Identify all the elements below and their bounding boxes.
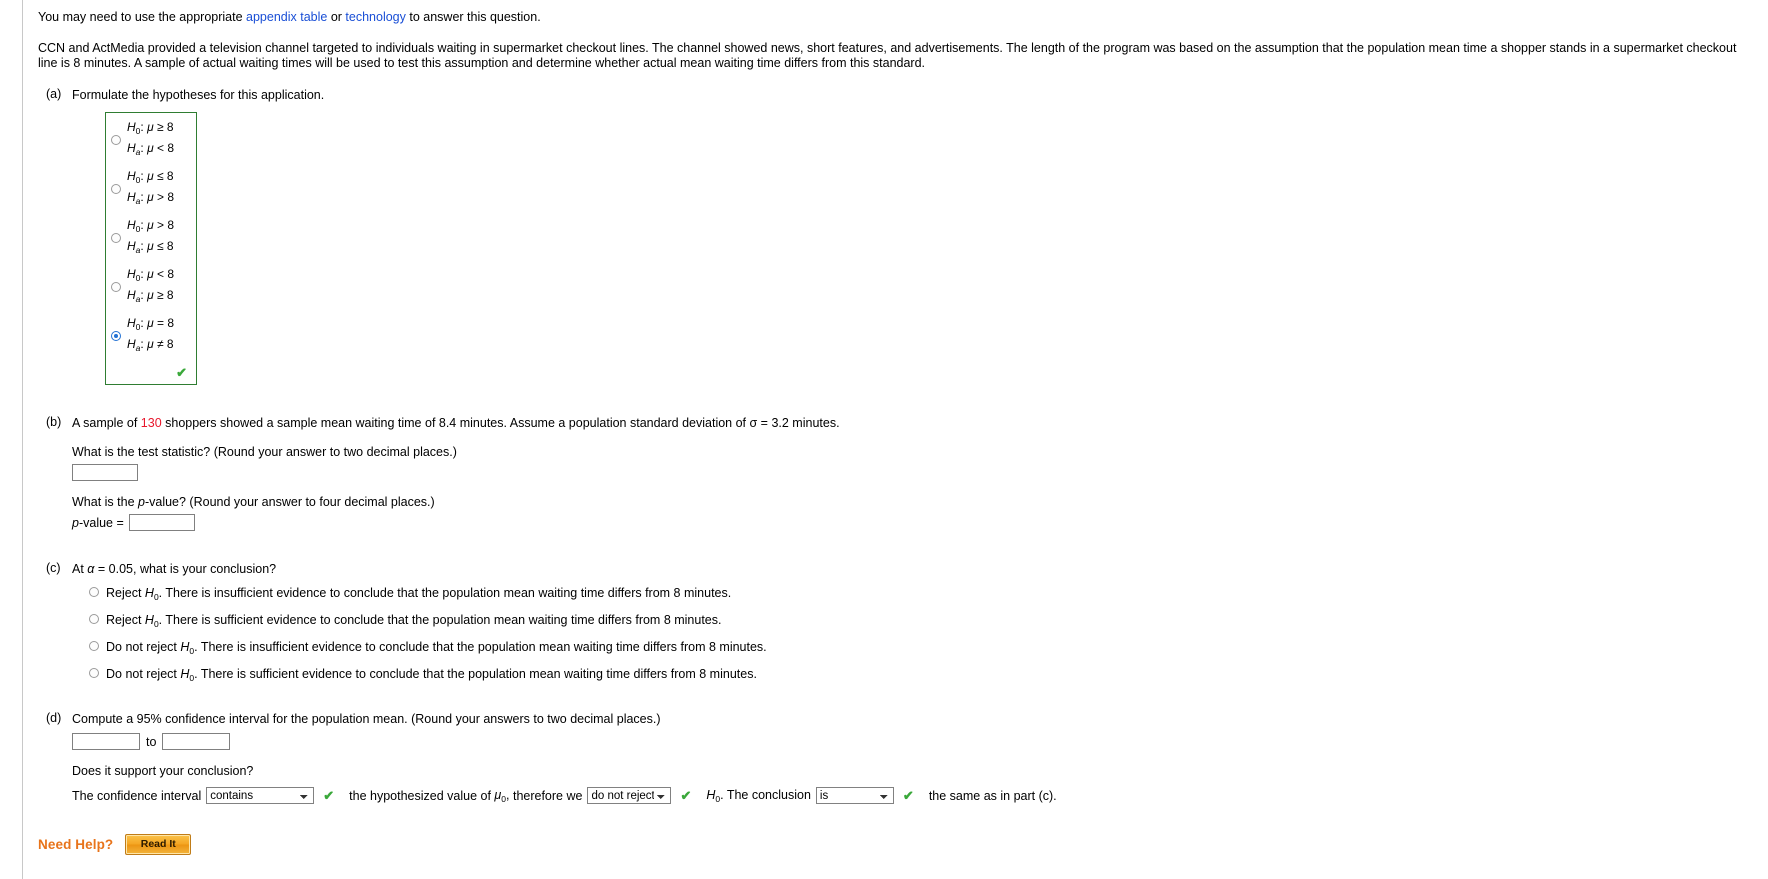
sentence-segment-1: The confidence interval — [72, 788, 202, 803]
hypothesis-option-2-label: H0: μ ≤ 8 Ha: μ > 8 — [127, 169, 175, 206]
hypothesis-options-box: H0: μ ≥ 8 Ha: μ < 8 H0: μ ≤ 8 Ha: μ > 8 … — [105, 112, 197, 385]
green-check-icon: ✔ — [176, 365, 187, 380]
need-help-section: Need Help? Read It — [38, 834, 1768, 855]
test-statistic-question: What is the test statistic? (Round your … — [72, 445, 457, 459]
green-check-icon-3: ✔ — [902, 788, 914, 803]
ci-to-label: to — [146, 734, 157, 749]
pvalue-input[interactable] — [128, 514, 195, 531]
part-a-label: (a) — [46, 87, 62, 101]
conclusion-sentence-row: The confidence interval contains ✔ the h… — [72, 787, 1768, 804]
part-c: (c) At α = 0.05, what is your conclusion… — [38, 561, 1768, 685]
test-statistic-row — [72, 464, 1768, 481]
conclusion-radio-3[interactable] — [89, 641, 99, 651]
read-it-button[interactable]: Read It — [125, 834, 192, 855]
conclusion-radio-2[interactable] — [89, 614, 99, 624]
part-b-label: (b) — [46, 415, 62, 429]
conclusion-option-2-label: Reject H0. There is sufficient evidence … — [106, 613, 722, 629]
part-d-label: (d) — [46, 711, 62, 725]
pvalue-label: p-value = — [72, 515, 124, 530]
sentence-segment-2: the hypothesized value of — [349, 788, 491, 803]
appendix-notice: You may need to use the appropriate appe… — [38, 8, 1768, 25]
part-d-prompt: Compute a 95% confidence interval for th… — [72, 712, 661, 726]
support-question: Does it support your conclusion? — [72, 764, 254, 778]
conclusion-option-2[interactable]: Reject H0. There is sufficient evidence … — [88, 613, 1768, 631]
contains-dropdown[interactable]: contains — [206, 787, 315, 804]
sentence-segment-5: the same as in part (c). — [928, 788, 1057, 803]
question-page: You may need to use the appropriate appe… — [38, 8, 1768, 855]
appendix-table-link[interactable]: appendix table — [246, 10, 327, 24]
pvalue-row: p-value = — [72, 514, 1768, 531]
conclusion-choice-list: Reject H0. There is insufficient evidenc… — [88, 586, 1768, 685]
ci-upper-input[interactable] — [162, 733, 231, 750]
part-a-correct-indicator: ✔ — [110, 364, 190, 380]
part-a-prompt: Formulate the hypotheses for this applic… — [72, 88, 325, 102]
conclusion-option-4[interactable]: Do not reject H0. There is sufficient ev… — [88, 667, 1768, 685]
appendix-notice-text-pre: You may need to use the appropriate — [38, 10, 247, 24]
hypothesis-radio-1[interactable] — [111, 135, 121, 145]
problem-statement: CCN and ActMedia provided a television c… — [38, 41, 1737, 70]
part-c-prompt: At α = 0.05, what is your conclusion? — [72, 562, 277, 576]
hypothesis-radio-5[interactable] — [111, 331, 121, 341]
sample-size-value: 130 — [140, 416, 162, 430]
conclusion-option-1-label: Reject H0. There is insufficient evidenc… — [106, 586, 732, 602]
hypothesis-radio-4[interactable] — [111, 282, 121, 292]
reject-dropdown[interactable]: do not reject — [587, 787, 672, 804]
conclusion-option-3[interactable]: Do not reject H0. There is insufficient … — [88, 640, 1768, 658]
appendix-notice-text-mid: or — [327, 10, 346, 24]
need-help-label: Need Help? — [38, 837, 114, 852]
part-c-label: (c) — [46, 561, 61, 575]
sentence-segment-4: H0. The conclusion — [706, 787, 811, 804]
part-d: (d) Compute a 95% confidence interval fo… — [38, 711, 1768, 804]
technology-link[interactable]: technology — [345, 10, 405, 24]
hypothesis-option-1[interactable]: H0: μ ≥ 8 Ha: μ < 8 — [110, 119, 190, 161]
part-b-prompt-post: shoppers showed a sample mean waiting ti… — [161, 416, 840, 430]
is-dropdown[interactable]: is — [815, 787, 894, 804]
conclusion-radio-1[interactable] — [89, 587, 99, 597]
hypothesis-option-2[interactable]: H0: μ ≤ 8 Ha: μ > 8 — [110, 168, 190, 210]
ci-lower-input[interactable] — [72, 733, 140, 750]
mu-zero-symbol: μ0, — [494, 787, 513, 804]
part-b-prompt-pre: A sample of — [72, 416, 141, 430]
sentence-segment-3: therefore we — [512, 788, 583, 803]
hypothesis-option-5[interactable]: H0: μ = 8 Ha: μ ≠ 8 — [110, 315, 190, 357]
hypothesis-option-3-label: H0: μ > 8 Ha: μ ≤ 8 — [127, 218, 175, 255]
green-check-icon-1: ✔ — [323, 788, 335, 803]
hypothesis-radio-3[interactable] — [111, 233, 121, 243]
hypothesis-radio-2[interactable] — [111, 184, 121, 194]
left-margin-rule — [22, 0, 23, 879]
hypothesis-option-5-label: H0: μ = 8 Ha: μ ≠ 8 — [127, 316, 175, 353]
hypothesis-option-3[interactable]: H0: μ > 8 Ha: μ ≤ 8 — [110, 217, 190, 259]
part-b: (b) A sample of 130 shoppers showed a sa… — [38, 415, 1768, 531]
hypothesis-option-1-label: H0: μ ≥ 8 Ha: μ < 8 — [127, 120, 175, 157]
hypothesis-option-4-label: H0: μ < 8 Ha: μ ≥ 8 — [127, 267, 175, 304]
pvalue-question: What is the p-value? (Round your answer … — [72, 495, 435, 509]
conclusion-radio-4[interactable] — [89, 668, 99, 678]
green-check-icon-2: ✔ — [680, 788, 692, 803]
hypothesis-option-4[interactable]: H0: μ < 8 Ha: μ ≥ 8 — [110, 266, 190, 308]
conclusion-option-3-label: Do not reject H0. There is insufficient … — [106, 640, 767, 656]
appendix-notice-text-post: to answer this question. — [405, 10, 541, 24]
confidence-interval-row: to — [72, 733, 1768, 750]
part-b-prompt: A sample of 130 shoppers showed a sample… — [72, 415, 1768, 431]
test-statistic-input[interactable] — [72, 464, 138, 481]
conclusion-option-1[interactable]: Reject H0. There is insufficient evidenc… — [88, 586, 1768, 604]
part-a: (a) Formulate the hypotheses for this ap… — [38, 87, 1768, 385]
conclusion-option-4-label: Do not reject H0. There is sufficient ev… — [106, 667, 757, 683]
